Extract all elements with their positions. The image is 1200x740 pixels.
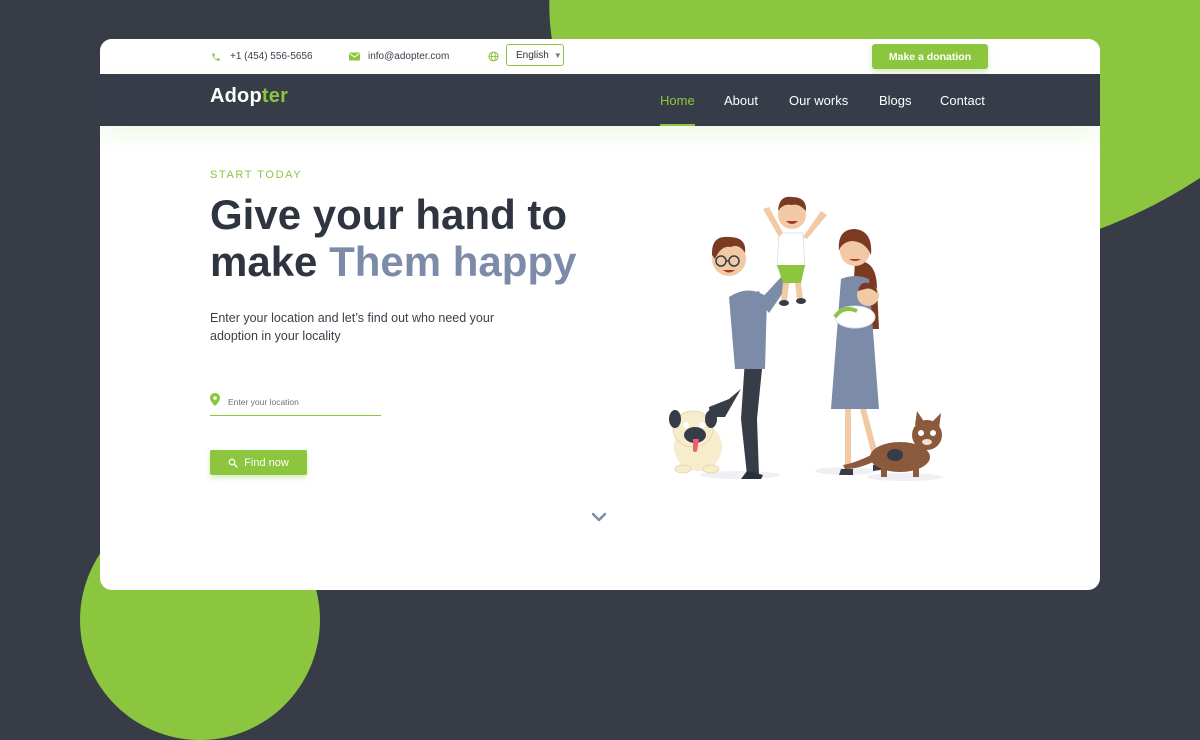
hero-title-line1: Give your hand to [210, 191, 568, 238]
mother-figure [831, 229, 887, 475]
hero-title-plain: make [210, 238, 330, 285]
hero-title-line2: make Them happy [210, 238, 576, 285]
find-now-button[interactable]: Find now [210, 450, 307, 475]
hero-eyebrow: START TODAY [210, 169, 303, 181]
top-contact-bar: +1 (454) 556-5656 info@adopter.com Engli… [100, 39, 1100, 74]
globe-icon [487, 51, 499, 63]
hero-subtitle: Enter your location and let’s find out w… [210, 311, 494, 343]
location-field [210, 389, 381, 416]
search-icon [228, 458, 238, 468]
language-value: English [516, 49, 549, 61]
mail-icon [348, 51, 360, 63]
globe-icon-wrap [487, 39, 507, 74]
pug-dog-figure [669, 410, 722, 474]
location-input[interactable] [226, 396, 370, 408]
scroll-down-button[interactable] [591, 510, 607, 524]
website-frame: +1 (454) 556-5656 info@adopter.com Engli… [100, 39, 1100, 590]
phone-contact[interactable]: +1 (454) 556-5656 [210, 39, 313, 74]
nav-item-home[interactable]: Home [660, 74, 695, 126]
email-address: info@adopter.com [368, 51, 450, 62]
nav-item-blogs[interactable]: Blogs [879, 74, 912, 126]
chevron-down-icon: ▼ [553, 50, 562, 60]
nav-item-our-works[interactable]: Our works [789, 74, 848, 126]
chevron-down-icon [591, 512, 607, 522]
family-pets-illustration [669, 196, 943, 481]
phone-number: +1 (454) 556-5656 [230, 51, 313, 62]
nav-item-about[interactable]: About [724, 74, 758, 126]
hero-title-highlight: Them happy [329, 238, 577, 285]
find-now-label: Find now [244, 456, 289, 469]
cat-figure [843, 411, 942, 477]
logo[interactable]: Adopter [210, 85, 288, 108]
phone-icon [210, 51, 222, 63]
logo-text: Adop [210, 85, 262, 107]
logo-accent-text: ter [261, 85, 289, 107]
nav-item-contact[interactable]: Contact [940, 74, 985, 126]
email-contact[interactable]: info@adopter.com [348, 39, 449, 74]
hero-title: Give your hand to make Them happy [210, 191, 576, 285]
make-donation-button[interactable]: Make a donation [872, 44, 988, 69]
location-pin-icon [210, 393, 220, 411]
language-select[interactable]: English ▼ [506, 44, 564, 66]
main-navbar: Adopter Home About Our works Blogs Conta… [100, 74, 1100, 126]
